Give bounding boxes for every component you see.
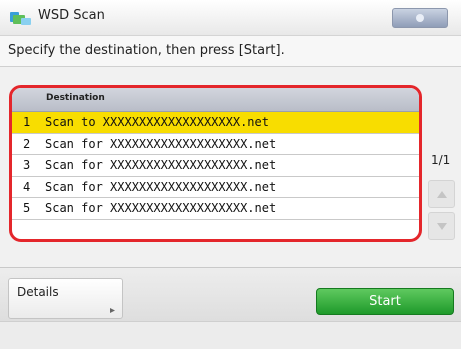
destination-name: Scan for XXXXXXXXXXXXXXXXXXX.net: [45, 136, 277, 151]
destination-row-4[interactable]: 4 Scan for XXXXXXXXXXXXXXXXXXX.net: [12, 176, 419, 198]
instruction-text: Specify the destination, then press [Sta…: [8, 43, 285, 58]
destination-row-2[interactable]: 2 Scan for XXXXXXXXXXXXXXXXXXX.net: [12, 133, 419, 155]
title-bar-button[interactable]: [392, 8, 448, 28]
scanner-network-icon: [10, 12, 31, 25]
start-button[interactable]: Start: [316, 288, 454, 315]
title-button-dot-icon: [416, 14, 424, 22]
start-label: Start: [369, 294, 401, 309]
triangle-up-icon: [437, 191, 447, 198]
app-title: WSD Scan: [38, 8, 105, 23]
page-indicator: 1/1: [431, 153, 451, 167]
instruction-bar: Specify the destination, then press [Sta…: [0, 36, 461, 67]
status-strip: [0, 321, 461, 349]
title-bar: WSD Scan: [0, 0, 461, 36]
destination-name: Scan for XXXXXXXXXXXXXXXXXXX.net: [45, 158, 277, 172]
destination-list-header: Destination: [12, 88, 419, 112]
row-number: 4: [23, 179, 31, 194]
row-number: 2: [23, 136, 31, 151]
destination-row-3[interactable]: 3 Scan for XXXXXXXXXXXXXXXXXXX.net: [12, 155, 419, 177]
details-button[interactable]: Details: [8, 278, 123, 319]
destination-name: Scan to XXXXXXXXXXXXXXXXXXX.net: [45, 115, 269, 129]
row-number: 3: [23, 158, 31, 172]
details-label: Details: [17, 285, 59, 299]
row-number: 5: [23, 201, 31, 215]
scroll-up-button[interactable]: [428, 180, 455, 208]
row-number: 1: [23, 115, 31, 129]
corner-arrow-icon: [110, 308, 115, 313]
destination-name: Scan for XXXXXXXXXXXXXXXXXXX.net: [45, 201, 277, 215]
destination-row-5[interactable]: 5 Scan for XXXXXXXXXXXXXXXXXXX.net: [12, 198, 419, 220]
scroll-down-button[interactable]: [428, 212, 455, 240]
destination-column-header: Destination: [46, 93, 105, 103]
destination-list: Destination 1 Scan to XXXXXXXXXXXXXXXXXX…: [9, 85, 422, 242]
wsd-scan-screen: WSD Scan Specify the destination, then p…: [0, 0, 461, 349]
destination-name: Scan for XXXXXXXXXXXXXXXXXXX.net: [45, 179, 277, 194]
triangle-down-icon: [437, 223, 447, 230]
destination-row-1[interactable]: 1 Scan to XXXXXXXXXXXXXXXXXXX.net: [12, 112, 419, 134]
